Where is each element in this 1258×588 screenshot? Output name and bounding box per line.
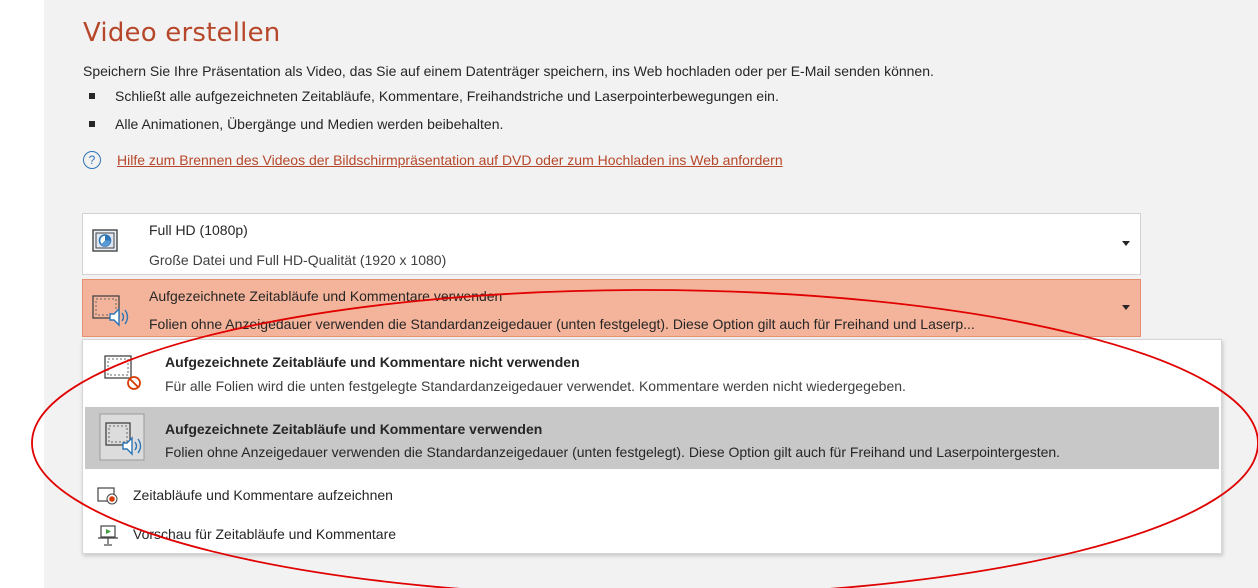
- quality-title: Full HD (1080p): [149, 222, 248, 238]
- page-title: Video erstellen: [83, 18, 281, 48]
- bullet-icon: [89, 121, 95, 127]
- bullet-icon: [89, 93, 95, 99]
- timing-options-menu: Aufgezeichnete Zeitabläufe und Kommentar…: [82, 339, 1222, 554]
- timing-title: Aufgezeichnete Zeitabläufe und Kommentar…: [149, 288, 503, 304]
- timing-subtitle: Folien ohne Anzeigedauer verwenden die S…: [149, 316, 975, 332]
- preview-timings-label: Vorschau für Zeitabläufe und Kommentare: [133, 526, 397, 542]
- slide-audio-icon: [92, 294, 132, 333]
- record-timings-item[interactable]: Zeitabläufe und Kommentare aufzeichnen: [83, 480, 1221, 510]
- menu-option-subtitle: Folien ohne Anzeigedauer verwenden die S…: [165, 444, 1061, 460]
- help-icon[interactable]: ?: [83, 151, 101, 169]
- menu-option-use-timings[interactable]: Aufgezeichnete Zeitabläufe und Kommentar…: [85, 407, 1219, 469]
- quality-dropdown[interactable]: Full HD (1080p) Große Datei und Full HD-…: [82, 213, 1141, 275]
- quality-subtitle: Große Datei und Full HD-Qualität (1920 x…: [149, 252, 447, 268]
- menu-option-no-timings[interactable]: Aufgezeichnete Zeitabläufe und Kommentar…: [83, 340, 1221, 402]
- record-icon: [97, 486, 119, 511]
- feature-list: Schließt alle aufgezeichneten Zeitabläuf…: [89, 88, 779, 144]
- list-item: Alle Animationen, Übergänge und Medien w…: [89, 116, 779, 144]
- page-description: Speichern Sie Ihre Präsentation als Vide…: [83, 63, 934, 79]
- timing-dropdown[interactable]: Aufgezeichnete Zeitabläufe und Kommentar…: [82, 279, 1141, 337]
- help-row: ? Hilfe zum Brennen des Videos der Bilds…: [83, 151, 783, 169]
- monitor-quality-icon: [92, 228, 118, 259]
- preview-timings-item[interactable]: Vorschau für Zeitabläufe und Kommentare: [83, 519, 1221, 549]
- preview-icon: [97, 525, 119, 552]
- list-item: Schließt alle aufgezeichneten Zeitabläuf…: [89, 88, 779, 116]
- record-timings-label: Zeitabläufe und Kommentare aufzeichnen: [133, 487, 393, 503]
- slide-no-audio-icon: [99, 354, 141, 395]
- menu-option-title: Aufgezeichnete Zeitabläufe und Kommentar…: [165, 354, 580, 370]
- help-link[interactable]: Hilfe zum Brennen des Videos der Bildsch…: [117, 152, 783, 168]
- chevron-down-icon[interactable]: [1122, 241, 1130, 246]
- menu-option-subtitle: Für alle Folien wird die unten festgeleg…: [165, 378, 906, 394]
- chevron-down-icon[interactable]: [1122, 305, 1130, 310]
- slide-audio-icon: [99, 413, 145, 466]
- menu-option-title: Aufgezeichnete Zeitabläufe und Kommentar…: [165, 421, 543, 437]
